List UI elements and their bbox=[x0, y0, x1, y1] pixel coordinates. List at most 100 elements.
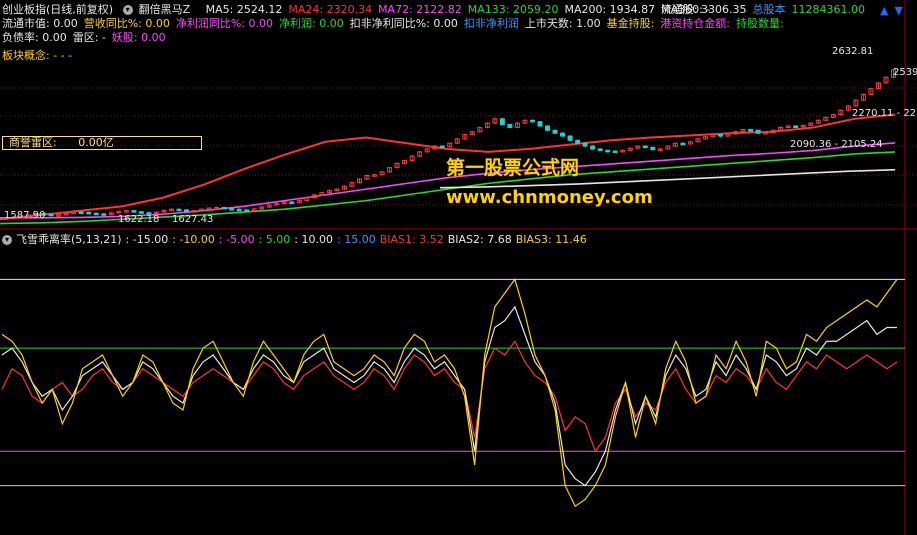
info-field: 流通市值: 0.00 bbox=[2, 17, 78, 30]
candle-body bbox=[101, 213, 107, 216]
info-field: 雷区: - bbox=[72, 31, 106, 44]
header-row: 创业板指(日线,前复权) ▾ 翻倍黑马Z MA5: 2524.12 MA24: 23… bbox=[2, 3, 722, 17]
candle-body bbox=[748, 129, 754, 132]
header-right: 流通股: 3306.35 总股本 11284361.00 bbox=[661, 3, 877, 17]
candle-body bbox=[229, 208, 235, 211]
price-annotation: 2539 bbox=[893, 67, 917, 78]
watermark-title: 第一股票公式网 bbox=[446, 157, 580, 179]
bias-field: 飞雪乖离率(5,13,21) bbox=[16, 233, 122, 246]
bias-field: : 10.00 bbox=[294, 233, 333, 246]
bias-field: : -10.00 bbox=[172, 233, 215, 246]
info-field: 净利润: 0.00 bbox=[279, 17, 344, 30]
candle-body bbox=[575, 139, 581, 144]
chart-canvas: 1587.90 1622.18 1627.43 2632.81 2539 2270.11 … bbox=[0, 0, 917, 535]
sector-concept: 板块概念: - - - bbox=[2, 49, 73, 62]
price-grid bbox=[0, 0, 917, 535]
risk-label: 商誉雷区: bbox=[9, 136, 57, 149]
candle-body bbox=[499, 118, 505, 126]
candle-body bbox=[93, 212, 99, 216]
candle-body bbox=[78, 211, 84, 215]
chevron-down-icon[interactable]: ▾ bbox=[2, 235, 12, 245]
candle-body bbox=[289, 201, 295, 205]
info-field: 扣非净利润 bbox=[463, 17, 519, 30]
ma-values: MA5: 2524.12 MA24: 2320.34 MA72: 2122.82 MA… bbox=[206, 3, 717, 16]
candle-body bbox=[755, 129, 761, 134]
candle-body bbox=[680, 142, 686, 146]
candle-body bbox=[439, 145, 445, 149]
info-field: 港资持仓金额: bbox=[660, 17, 731, 30]
candle-body bbox=[221, 206, 227, 210]
info-field: 营收同比%: 0.00 bbox=[83, 17, 170, 30]
candle-body bbox=[612, 150, 618, 154]
ma-value: MA5: 2524.12 bbox=[205, 3, 283, 16]
candle-body bbox=[545, 125, 551, 131]
share-info: 流通股: 3306.35 总股本 11284361.00 bbox=[661, 3, 871, 16]
candle-body bbox=[793, 125, 799, 128]
ma-value: MA200: 1934.87 bbox=[564, 3, 656, 16]
bias-field: : 15.00 bbox=[337, 233, 376, 246]
bias-field: : -5.00 bbox=[218, 233, 255, 246]
info-field: 持股数量: bbox=[736, 17, 784, 30]
candle-body bbox=[48, 213, 54, 217]
candle-body bbox=[537, 121, 543, 127]
goodwill-risk-box: 商誉雷区: 0.00亿 bbox=[2, 136, 202, 150]
chevron-down-icon: ▾ bbox=[122, 5, 133, 15]
share-value: 总股本 bbox=[752, 3, 786, 16]
candle-body bbox=[244, 209, 250, 212]
info-row-1: 流通市值: 0.00 营收同比%: 0.00 净利润同比%: 0.00 净利润: 0.… bbox=[2, 17, 790, 31]
candle-body bbox=[642, 145, 648, 149]
ma-value: MA24: 2320.34 bbox=[288, 3, 373, 16]
candle-body bbox=[605, 149, 611, 153]
candle-body bbox=[507, 124, 513, 128]
indicator-name: 翻倍黑马Z bbox=[138, 3, 191, 16]
bias-field: : -15.00 bbox=[125, 233, 169, 246]
bias-field: BIAS1: 3.52 bbox=[379, 233, 444, 246]
ma-value: MA72: 2122.82 bbox=[378, 3, 462, 16]
scroll-buttons: ▲ ▼ bbox=[880, 4, 909, 17]
indicator-selector[interactable]: ▾ 翻倍黑马Z bbox=[122, 3, 197, 16]
up-arrow-icon[interactable]: ▲ bbox=[880, 4, 888, 17]
down-arrow-icon[interactable]: ▼ bbox=[894, 4, 902, 17]
price-annotation: 1622.18 bbox=[118, 214, 159, 225]
bias-values: 飞雪乖离率(5,13,21): -15.00: -10.00: -5.00: 5… bbox=[16, 233, 591, 246]
instrument-title: 创业板指(日线,前复权) bbox=[2, 3, 114, 16]
bias-field: BIAS3: 11.46 bbox=[515, 233, 587, 246]
price-annotation: 2270.11 - 22 bbox=[852, 108, 916, 119]
candle-body bbox=[552, 129, 558, 134]
price-annotation: 1587.90 bbox=[4, 210, 45, 221]
info-field: 扣非净利同比%: 0.00 bbox=[349, 17, 458, 30]
candle-body bbox=[529, 119, 535, 123]
bias-line-bias3 bbox=[1, 278, 898, 508]
bias-header: ▾ 飞雪乖离率(5,13,21): -15.00: -10.00: -5.00: … bbox=[2, 233, 595, 247]
risk-value: 0.00亿 bbox=[78, 136, 114, 149]
bias-line-bias2 bbox=[1, 305, 897, 487]
bias-layer bbox=[0, 278, 905, 508]
bias-field: BIAS2: 7.68 bbox=[447, 233, 512, 246]
info-field: 净利润同比%: 0.00 bbox=[175, 17, 274, 30]
candle-body bbox=[184, 209, 190, 212]
info-field: 上市天数: 1.00 bbox=[524, 17, 601, 30]
price-annotation: 2090.36 - 2105.24 bbox=[790, 139, 883, 150]
ma-value: MA133: 2059.20 bbox=[467, 3, 559, 16]
candle-body bbox=[131, 210, 137, 213]
candle-body bbox=[560, 132, 566, 137]
candle-body bbox=[582, 142, 588, 147]
candle-body bbox=[567, 135, 573, 141]
candle-body bbox=[597, 148, 603, 151]
info-row-2: 负债率: 0.00 雷区: - 妖股: 0.00 bbox=[2, 31, 172, 45]
candle-body bbox=[236, 208, 242, 212]
info-field: 负债率: 0.00 bbox=[2, 31, 67, 44]
price-annotation: 2632.81 bbox=[832, 46, 873, 57]
price-annotation: 1627.43 bbox=[172, 214, 213, 225]
info-field: 基金持股: bbox=[606, 17, 655, 30]
candle-body bbox=[650, 147, 656, 151]
candle-body bbox=[176, 208, 182, 212]
watermark-url: www.chnmoney.com bbox=[446, 187, 653, 208]
share-value: 11284361.00 bbox=[791, 3, 865, 16]
candle-body bbox=[86, 211, 92, 215]
candle-body bbox=[590, 145, 596, 150]
candle-body bbox=[717, 134, 723, 137]
info-field: 妖股: 0.00 bbox=[111, 31, 166, 44]
share-value: 流通股: 3306.35 bbox=[660, 3, 747, 16]
bias-field: : 5.00 bbox=[258, 233, 291, 246]
